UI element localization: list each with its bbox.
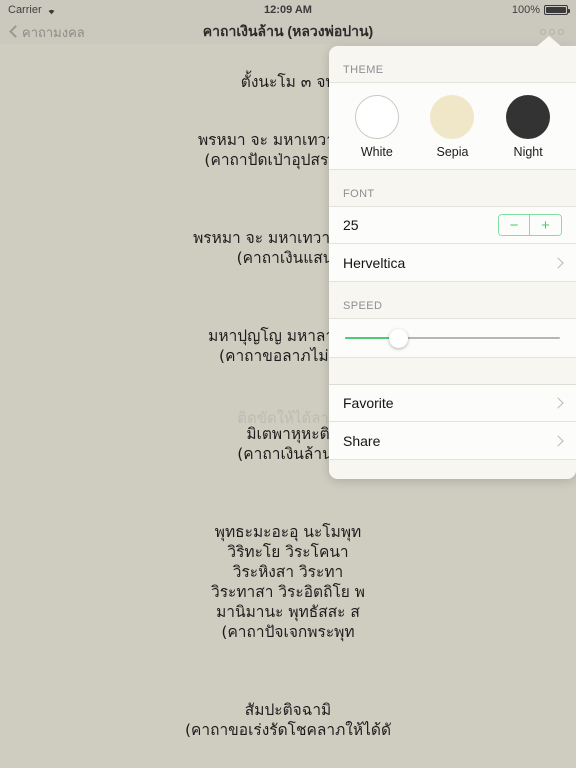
- theme-section-header: THEME: [329, 46, 576, 82]
- verse-block: พุทธะมะอะอุ นะโมพุท วิริทะโย วิระโคนา วิ…: [16, 502, 560, 662]
- battery-fill: [546, 7, 566, 13]
- speed-slider-thumb[interactable]: [389, 328, 409, 348]
- app-root: Carrier 12:09 AM 100% คาถามงคล คาถาเงินล…: [0, 0, 576, 768]
- speed-slider-row[interactable]: [329, 318, 576, 358]
- settings-popover: THEME White Sepia Night FONT 25 − + Herv…: [329, 46, 576, 479]
- favorite-label: Favorite: [343, 395, 394, 411]
- share-row[interactable]: Share: [329, 422, 576, 460]
- speed-section-header: SPEED: [329, 282, 576, 318]
- chevron-left-icon: [10, 26, 17, 38]
- status-bar-left: Carrier: [8, 4, 512, 16]
- theme-option-white[interactable]: White: [346, 95, 408, 159]
- font-size-value: 25: [343, 217, 359, 233]
- more-options-icon-dot: [558, 29, 564, 35]
- verse-note: (คาถาขอเร่งรัดโชคลาภให้ได้ดั: [184, 721, 392, 739]
- page-title: คาถาเงินล้าน (หลวงพ่อปาน): [202, 23, 374, 39]
- back-button-label: คาถามงคล: [22, 24, 85, 40]
- popover-arrow: [536, 36, 562, 47]
- font-size-decrease-button[interactable]: −: [499, 215, 530, 235]
- verse-main: ตั้งนะโม ๓ จบ: [240, 73, 336, 91]
- popover-footer-spacer: [329, 460, 576, 479]
- battery-icon: [544, 5, 570, 15]
- carrier-label: Carrier: [8, 4, 42, 16]
- popover-spacer: [329, 358, 576, 384]
- theme-option-sepia[interactable]: Sepia: [421, 95, 483, 159]
- theme-swatch-sepia-icon: [430, 95, 475, 139]
- more-options-icon-dot: [540, 29, 546, 35]
- navigation-bar: คาถามงคล คาถาเงินล้าน (หลวงพ่อปาน): [0, 20, 576, 44]
- battery-percent-label: 100%: [511, 4, 540, 16]
- verse-note: (คาถาปัจเจกพระพุท: [221, 623, 355, 641]
- font-size-row: 25 − +: [329, 206, 576, 244]
- chevron-right-icon: [552, 434, 564, 447]
- font-family-row[interactable]: Herveltica: [329, 244, 576, 282]
- wifi-icon: [46, 6, 57, 15]
- font-size-increase-button[interactable]: +: [530, 215, 561, 235]
- font-section-header: FONT: [329, 170, 576, 206]
- verse-block: สัมปะติจฉามิ (คาถาขอเร่งรัดโชคลาภให้ได้ด…: [16, 680, 560, 760]
- theme-options-row: White Sepia Night: [329, 82, 576, 170]
- font-size-stepper: − +: [498, 214, 562, 236]
- more-options-icon-dot: [549, 29, 555, 35]
- theme-label-white: White: [360, 145, 393, 159]
- theme-option-night[interactable]: Night: [497, 95, 559, 159]
- theme-swatch-night-icon: [506, 95, 551, 139]
- verse-main: มิเตพาหุหะติ: [246, 425, 330, 443]
- speed-slider-track[interactable]: [345, 328, 560, 348]
- theme-label-night: Night: [513, 145, 543, 159]
- verse-main: พุทธะมะอะอุ นะโมพุท วิริทะโย วิระโคนา วิ…: [210, 523, 366, 621]
- theme-swatch-white-icon: [354, 95, 399, 139]
- chevron-right-icon: [552, 397, 564, 409]
- font-family-label: Herveltica: [343, 254, 406, 271]
- verse-main: สัมปะติจฉามิ: [244, 701, 332, 719]
- share-label: Share: [343, 432, 381, 449]
- status-bar-right: 100%: [511, 4, 570, 16]
- favorite-row[interactable]: Favorite: [329, 384, 576, 422]
- chevron-right-icon: [552, 256, 564, 269]
- status-bar: Carrier 12:09 AM 100%: [0, 0, 576, 20]
- back-button[interactable]: คาถามงคล: [10, 22, 85, 43]
- theme-label-sepia: Sepia: [436, 145, 469, 159]
